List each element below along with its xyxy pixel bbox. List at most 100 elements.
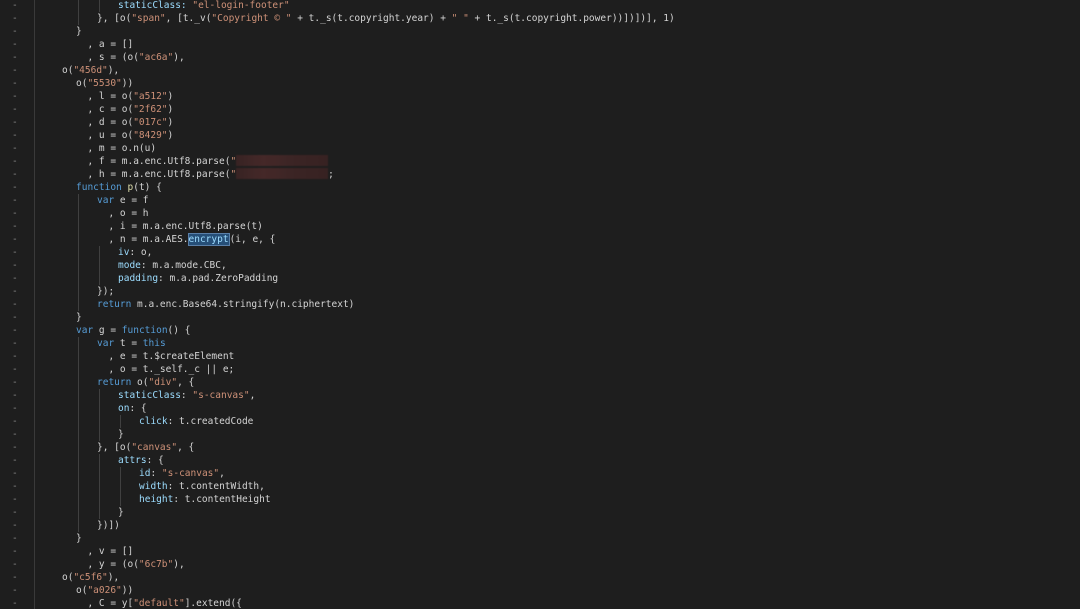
code-line[interactable]: } — [0, 506, 1080, 519]
code-line[interactable]: }, [o("span", [t._v("Copyright © " + t._… — [0, 12, 1080, 25]
code-token: padding — [118, 273, 159, 284]
code-line[interactable]: , d = o("017c") — [0, 116, 1080, 129]
code-token: function — [121, 325, 168, 336]
code-line[interactable]: , l = o("a512") — [0, 90, 1080, 103]
code-line[interactable]: o("5530")) — [0, 77, 1080, 90]
code-line[interactable]: var e = f — [0, 194, 1080, 207]
code-line[interactable]: , v = [] — [0, 545, 1080, 558]
code-line[interactable]: , n = m.a.AES.encrypt(i, e, { — [0, 233, 1080, 246]
code-token: click — [139, 416, 168, 427]
code-token: " " — [451, 13, 469, 24]
code-token: "a026" — [87, 585, 122, 596]
code-line[interactable]: padding: m.a.pad.ZeroPadding — [0, 272, 1080, 285]
indent-guide — [78, 506, 79, 519]
code-line[interactable]: attrs: { — [0, 454, 1080, 467]
selected-token: encrypt — [187, 233, 230, 246]
code-line[interactable]: , C = y["default"].extend({ — [0, 597, 1080, 609]
code-token: , c = o( — [76, 104, 134, 115]
code-line[interactable]: function p(t) { — [0, 181, 1080, 194]
code-token: var — [97, 338, 120, 349]
code-line[interactable]: o("c5f6"), — [0, 571, 1080, 584]
indent-guide — [120, 480, 121, 493]
indent-guide — [120, 467, 121, 480]
code-token: ) — [167, 91, 174, 102]
code-line[interactable]: var t = this — [0, 337, 1080, 350]
indent-guide — [99, 493, 100, 506]
indent-guide — [99, 506, 100, 519]
code-line[interactable]: , e = t.$createElement — [0, 350, 1080, 363]
code-token: var — [97, 195, 120, 206]
code-line[interactable]: } — [0, 532, 1080, 545]
code-token: "5530" — [87, 78, 122, 89]
code-line[interactable]: } — [0, 428, 1080, 441]
indent-guide — [99, 0, 100, 12]
code-line[interactable]: staticClass: "el-login-footer" — [0, 0, 1080, 12]
indent-guide — [78, 285, 79, 298]
code-line[interactable]: })]) — [0, 519, 1080, 532]
code-line[interactable]: } — [0, 25, 1080, 38]
indent-guide — [78, 363, 79, 376]
code-line[interactable]: return m.a.enc.Base64.stringify(n.cipher… — [0, 298, 1080, 311]
code-token: height — [139, 494, 174, 505]
indent-guide — [78, 467, 79, 480]
code-line[interactable]: var g = function() { — [0, 324, 1080, 337]
code-token: , — [249, 390, 256, 401]
code-token: , v = [] — [76, 546, 134, 557]
code-token: : { — [129, 403, 147, 414]
code-token: o( — [76, 585, 88, 596]
code-line[interactable]: , m = o.n(u) — [0, 142, 1080, 155]
code-token: ), — [173, 559, 185, 570]
code-token: "017c" — [133, 117, 168, 128]
code-line[interactable]: }, [o("canvas", { — [0, 441, 1080, 454]
code-editor[interactable]: ----------------------------------------… — [0, 0, 1080, 609]
code-line[interactable]: on: { — [0, 402, 1080, 415]
code-token: } — [118, 507, 124, 518]
code-line[interactable]: id: "s-canvas", — [0, 467, 1080, 480]
code-line[interactable]: iv: o, — [0, 246, 1080, 259]
code-line[interactable]: staticClass: "s-canvas", — [0, 389, 1080, 402]
code-token: o( — [76, 78, 88, 89]
code-token: () { — [167, 325, 191, 336]
code-token: , s = (o( — [76, 52, 139, 63]
code-line[interactable]: height: t.contentHeight — [0, 493, 1080, 506]
code-line[interactable]: , f = m.a.enc.Utf8.parse(" — [0, 155, 1080, 168]
code-line[interactable]: mode: m.a.mode.CBC, — [0, 259, 1080, 272]
code-token: , d = o( — [76, 117, 134, 128]
indent-guide — [99, 415, 100, 428]
code-line[interactable]: , s = (o("ac6a"), — [0, 51, 1080, 64]
indent-guide — [78, 376, 79, 389]
code-line[interactable]: , c = o("2f62") — [0, 103, 1080, 116]
indent-guide — [78, 12, 79, 25]
code-line[interactable]: return o("div", { — [0, 376, 1080, 389]
code-line[interactable]: click: t.createdCode — [0, 415, 1080, 428]
code-token: , n = m.a.AES. — [97, 234, 189, 245]
code-line[interactable]: , u = o("8429") — [0, 129, 1080, 142]
code-line[interactable]: , i = m.a.enc.Utf8.parse(t) — [0, 220, 1080, 233]
indent-guide — [99, 454, 100, 467]
code-line[interactable]: , a = [] — [0, 38, 1080, 51]
code-token: iv — [118, 247, 130, 258]
code-token: g = — [98, 325, 122, 336]
code-line[interactable]: o("a026")) — [0, 584, 1080, 597]
code-token: "s-canvas" — [161, 468, 220, 479]
code-token: ), — [107, 65, 120, 76]
code-token: }, [o( — [97, 442, 132, 453]
code-line[interactable]: , o = t._self._c || e; — [0, 363, 1080, 376]
code-line[interactable]: width: t.contentWidth, — [0, 480, 1080, 493]
indent-guide — [78, 220, 79, 233]
indent-guide — [78, 428, 79, 441]
code-token: )) — [121, 78, 134, 89]
code-token: } — [118, 429, 124, 440]
indent-guide — [99, 246, 100, 259]
redacted-secret — [236, 168, 329, 179]
code-line[interactable]: } — [0, 311, 1080, 324]
code-token: : t.contentWidth, — [167, 481, 265, 492]
code-token: "span" — [131, 13, 166, 24]
code-line[interactable]: }); — [0, 285, 1080, 298]
code-line[interactable]: , o = h — [0, 207, 1080, 220]
indent-guide — [99, 259, 100, 272]
redacted-secret — [236, 155, 329, 166]
code-line[interactable]: , h = m.a.enc.Utf8.parse("; — [0, 168, 1080, 181]
code-line[interactable]: o("456d"), — [0, 64, 1080, 77]
code-line[interactable]: , y = (o("6c7b"), — [0, 558, 1080, 571]
